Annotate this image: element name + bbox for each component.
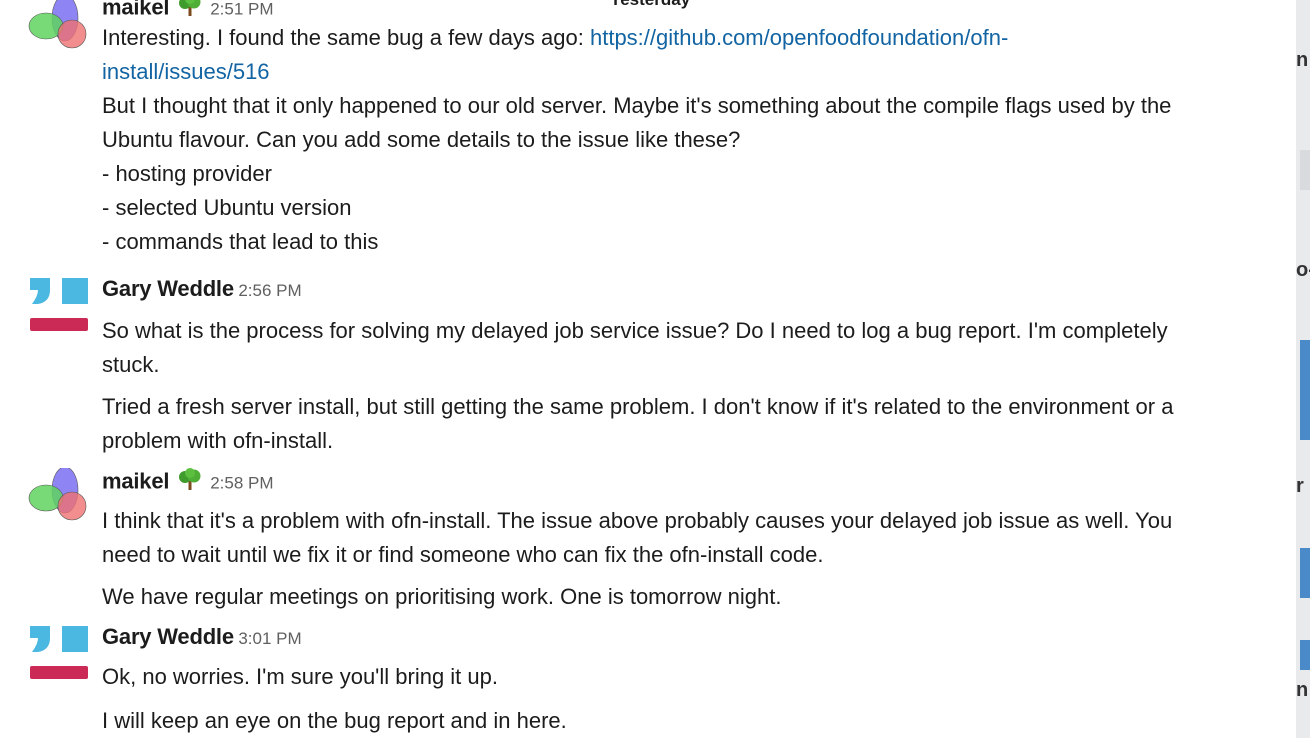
blocks-avatar-icon[interactable] [28, 626, 90, 688]
message-text: We have regular meetings on prioritising… [102, 584, 782, 609]
tree-emoji-icon [178, 0, 202, 23]
tri-circle-avatar-icon[interactable] [28, 466, 90, 530]
panel-highlight [1300, 548, 1310, 598]
message-text: stuck. [102, 352, 160, 377]
panel-text-fragment: n [1296, 49, 1309, 71]
message-meta: Gary Weddle 3:01 PM [102, 624, 1282, 649]
list-item: - commands that lead to this [102, 229, 379, 254]
issue-link[interactable]: https://github.com/openfoodfoundation/of… [590, 25, 1008, 50]
message-text: Ok, no worries. I'm sure you'll bring it… [102, 664, 498, 689]
adjacent-panel-edge[interactable]: n o- r n [1296, 0, 1310, 738]
message-text: Tried a fresh server install, but still … [102, 394, 1174, 419]
message-text: But I thought that it only happened to o… [102, 93, 1172, 118]
tree-emoji-icon [178, 468, 202, 497]
panel-highlight [1300, 640, 1310, 670]
panel-highlight [1300, 340, 1310, 440]
message-meta: maikel 2:58 PM [102, 468, 1282, 494]
message-text: need to wait until we fix it or find som… [102, 542, 824, 567]
list-item: - selected Ubuntu version [102, 195, 352, 220]
author-name[interactable]: maikel [102, 469, 169, 494]
timestamp[interactable]: 2:58 PM [210, 474, 273, 493]
message-text: Interesting. I found the same bug a few … [102, 25, 1009, 50]
author-name[interactable]: maikel [102, 0, 169, 20]
timestamp[interactable]: 2:51 PM [210, 0, 273, 19]
author-name[interactable]: Gary Weddle [102, 624, 234, 649]
list-item: - hosting provider [102, 161, 272, 186]
timestamp[interactable]: 2:56 PM [238, 281, 301, 300]
message-meta: Gary Weddle 2:56 PM [102, 276, 1282, 301]
author-name[interactable]: Gary Weddle [102, 276, 234, 301]
panel-text-fragment: n [1296, 679, 1309, 701]
message-text: problem with ofn-install. [102, 428, 334, 453]
message-text: install/issues/516 [102, 55, 1282, 89]
message-text: I think that it's a problem with ofn-ins… [102, 508, 1173, 533]
blocks-avatar-icon[interactable] [28, 278, 90, 340]
timestamp[interactable]: 3:01 PM [238, 629, 301, 648]
message-text: I will keep an eye on the bug report and… [102, 708, 567, 733]
message-pane[interactable]: Yesterday maikel 2:51 [0, 0, 1296, 738]
panel-text-fragment: o- [1296, 259, 1310, 281]
message-text: So what is the process for solving my de… [102, 318, 1168, 343]
message-meta: maikel 2:51 PM [102, 0, 1282, 20]
message-text: Ubuntu flavour. Can you add some details… [102, 127, 741, 152]
tri-circle-avatar-icon[interactable] [28, 0, 90, 58]
issue-link-continued[interactable]: install/issues/516 [102, 59, 270, 84]
panel-text-fragment: r [1296, 475, 1304, 497]
panel-highlight [1300, 150, 1310, 190]
